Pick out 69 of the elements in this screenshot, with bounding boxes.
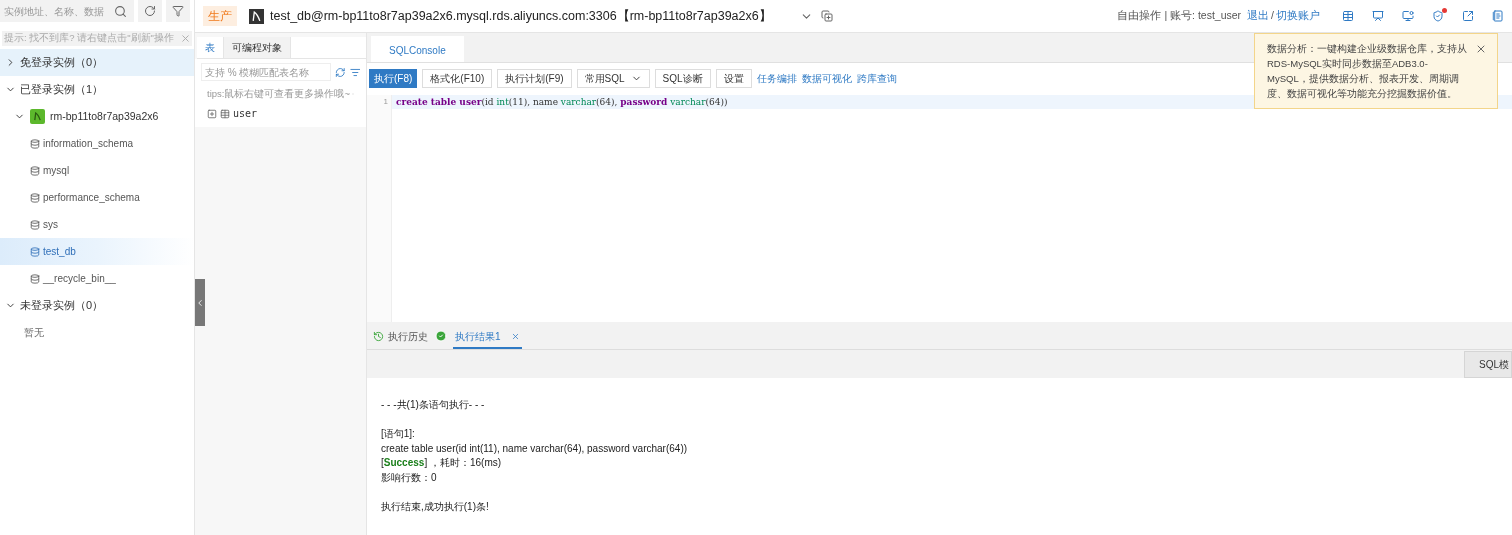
connection-logo-icon — [249, 8, 264, 24]
toolbar-link[interactable]: 数据可视化 — [801, 71, 852, 86]
database-icon — [30, 246, 40, 257]
filter-icon[interactable] — [172, 5, 184, 17]
logout-link[interactable]: 退出 — [1247, 8, 1270, 24]
presentation-icon[interactable] — [1372, 10, 1384, 22]
toolbar-button[interactable]: 执行计划(F9) — [497, 69, 572, 88]
toolbar-link[interactable]: 任务编排 — [756, 71, 797, 86]
window-icon[interactable] — [820, 10, 833, 22]
notebook-icon[interactable] — [1492, 10, 1504, 22]
search-icon[interactable] — [114, 4, 127, 18]
list-icon[interactable] — [349, 66, 360, 78]
console-tab[interactable]: SQLConsole — [371, 36, 464, 62]
table-search-field[interactable]: 支持 % 模糊匹配表名称 — [201, 63, 331, 81]
toolbar-button[interactable]: SQL诊断 — [654, 69, 711, 88]
collapse-handle[interactable] — [195, 279, 205, 326]
tree-section[interactable]: 未登录实例（0） — [0, 292, 194, 319]
result-tab[interactable]: 执行历史 — [371, 325, 449, 349]
log-line: 影响行数：0 — [381, 470, 437, 485]
table-item[interactable]: user — [233, 106, 258, 122]
refresh-icon[interactable] — [335, 66, 346, 78]
close-icon[interactable] — [1475, 43, 1487, 55]
line-number: 1 — [383, 96, 388, 108]
environment-badge: 生产 — [203, 6, 237, 26]
toolbar-link[interactable]: 跨库查询 — [856, 71, 897, 86]
separator-text: / — [1271, 8, 1274, 24]
table-icon[interactable] — [1342, 10, 1354, 22]
toolbar-button[interactable]: 设置 — [715, 69, 752, 88]
monitor-icon[interactable] — [1402, 10, 1414, 22]
database-icon — [30, 138, 40, 149]
database-item[interactable]: mysql — [0, 157, 194, 184]
tree-section[interactable]: 已登录实例（1） — [0, 76, 194, 103]
table-icon — [220, 108, 230, 119]
sql-template-button[interactable]: SQL模 — [1464, 350, 1512, 378]
close-icon[interactable] — [510, 331, 520, 341]
instance-item[interactable]: rm-bp11to8r7ap39a2x6 — [0, 103, 194, 130]
log-line: create table user(id int(11), name varchar(64), password varchar(64)) — [381, 441, 688, 456]
connection-title: test_db@rm-bp11to8r7ap39a2x6.mysql.rds.aliyuncs.com:3306【rm-bp11to8r7ap39a2x6】 — [270, 7, 772, 25]
account-text: 自由操作 | 账号: test_user — [1117, 8, 1242, 24]
external-link-icon[interactable] — [1462, 10, 1474, 22]
database-item[interactable]: performance_schema — [0, 184, 194, 211]
refresh-icon[interactable] — [144, 5, 156, 17]
panel-tab[interactable]: 可编程对象 — [224, 37, 291, 58]
database-item[interactable]: __recycle_bin__ — [0, 265, 194, 292]
database-item[interactable]: information_schema — [0, 130, 194, 157]
tree-section[interactable]: 免登录实例（0） — [0, 49, 194, 76]
tips-text: tips:鼠标右键可查看更多操作哦~ — [207, 87, 350, 101]
instance-logo-icon — [30, 109, 45, 124]
chevron-icon[interactable] — [195, 297, 205, 308]
database-icon — [30, 165, 40, 176]
database-icon — [30, 192, 40, 203]
database-icon — [30, 273, 40, 284]
info-tooltip: 数据分析：一键构建企业级数据仓库，支持从RDS-MySQL实时同步数据至ADB3.0-MySQL，提供数据分析、报表开发、周期调度、数据可视化等功能充分挖掘数据价值。 — [1254, 33, 1498, 109]
toolbar-button[interactable]: 格式化(F10) — [422, 69, 493, 88]
empty-text: 暂无 — [23, 326, 45, 340]
expand-icon[interactable] — [207, 108, 217, 119]
log-line: [语句1]: — [381, 427, 415, 441]
log-line: [Success] ，耗时：16(ms) — [381, 456, 502, 470]
switch-account-link[interactable]: 切换账户 — [1276, 8, 1320, 24]
log-line: 执行结束,成功执行(1)条! — [381, 499, 489, 514]
database-item[interactable]: sys — [0, 211, 194, 238]
database-icon — [30, 219, 40, 230]
history-icon — [373, 330, 384, 342]
search-field[interactable]: 实例地址、名称、数据 — [0, 0, 134, 22]
success-icon — [435, 330, 447, 342]
shield-check-icon[interactable] — [1432, 10, 1444, 22]
dropdown-button[interactable]: 常用SQL — [576, 69, 650, 88]
log-line: - - -共(1)条语句执行- - - — [381, 398, 485, 412]
execute-button[interactable]: 执行(F8) — [369, 69, 418, 88]
